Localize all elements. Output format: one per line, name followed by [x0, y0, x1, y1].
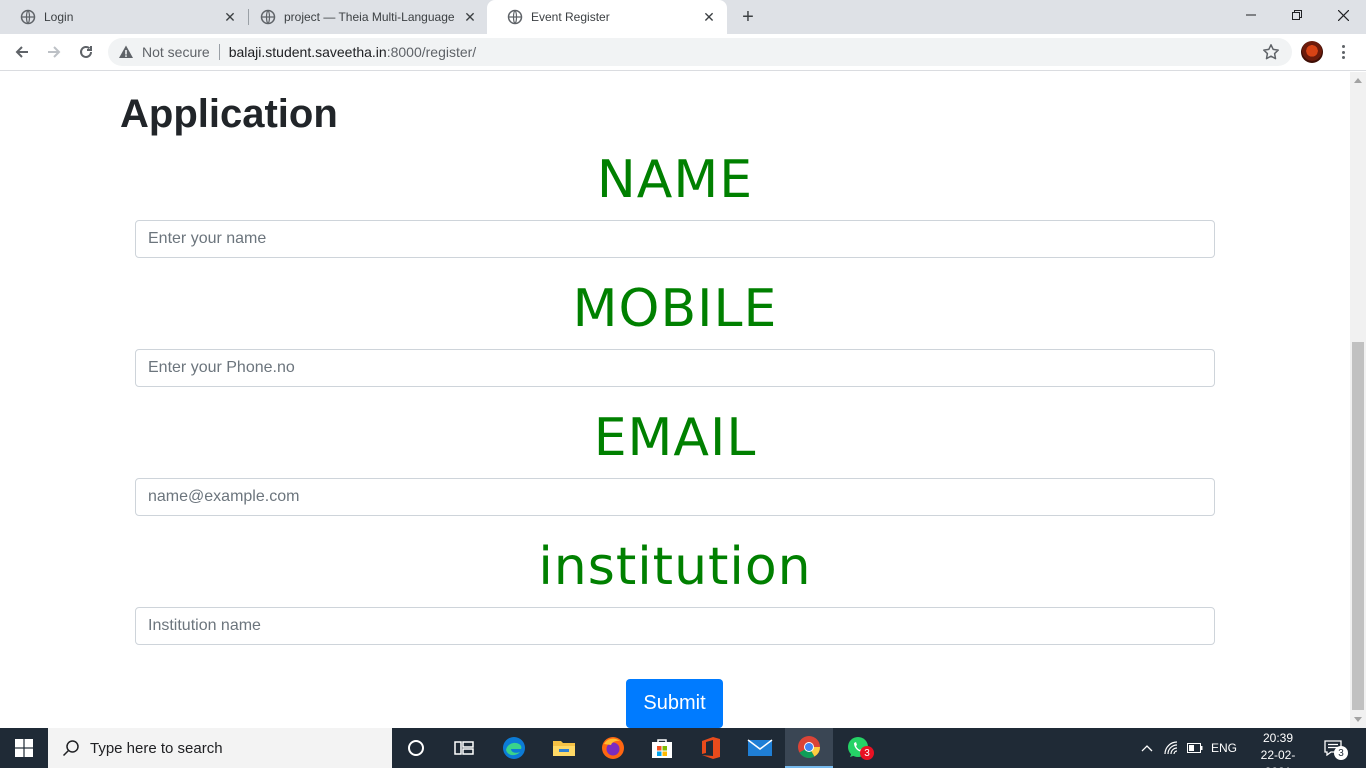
- network-button[interactable]: [1162, 728, 1182, 768]
- battery-button[interactable]: [1186, 728, 1204, 768]
- whatsapp-unread-badge: 3: [860, 746, 874, 760]
- tab-project[interactable]: project — Theia Multi-Language ✕: [240, 0, 488, 34]
- restore-icon: [1292, 10, 1302, 20]
- folder-icon: [553, 741, 575, 756]
- store-icon: [652, 739, 672, 758]
- search-placeholder: Type here to search: [90, 739, 223, 757]
- scroll-thumb[interactable]: [1352, 342, 1364, 710]
- edge-icon: [503, 737, 525, 759]
- bookmark-star-icon[interactable]: [1262, 43, 1280, 61]
- firefox-button[interactable]: [589, 728, 637, 768]
- show-hidden-icons-button[interactable]: [1138, 728, 1156, 768]
- security-indicator[interactable]: Not secure: [142, 44, 210, 60]
- firefox-icon: [602, 737, 624, 759]
- name-input[interactable]: [135, 220, 1215, 258]
- url-path: :8000/register/: [386, 44, 477, 60]
- office-icon: [702, 737, 720, 759]
- omnibox-divider: [218, 44, 220, 60]
- close-icon[interactable]: ✕: [222, 9, 238, 25]
- reload-icon: [80, 45, 92, 58]
- chevron-up-icon: [1141, 745, 1153, 752]
- new-tab-button[interactable]: +: [736, 5, 760, 29]
- page-content: Application NAME MOBILE EMAIL institutio…: [0, 72, 1350, 728]
- arrow-left-icon: [15, 46, 28, 58]
- minimize-button[interactable]: [1228, 0, 1274, 30]
- start-button[interactable]: [0, 728, 48, 768]
- clock-time: 20:39: [1262, 731, 1294, 745]
- tab-title: Event Register: [531, 10, 610, 24]
- task-view-icon: [454, 741, 474, 755]
- globe-icon: [507, 9, 523, 25]
- restore-button[interactable]: [1274, 0, 1320, 30]
- page-title: Application: [120, 92, 338, 136]
- minimize-icon: [1246, 14, 1256, 16]
- address-bar[interactable]: Not secure balaji.student.saveetha.in:80…: [108, 38, 1292, 66]
- taskbar-clock[interactable]: 20:39 22-02-2021: [1248, 730, 1308, 768]
- windows-taskbar: Type here to search 3 ENG 20:39 22-02- 3: [0, 728, 1366, 768]
- close-icon[interactable]: ✕: [701, 9, 717, 25]
- browser-toolbar: Not secure balaji.student.saveetha.in:80…: [0, 34, 1366, 71]
- globe-icon: [20, 9, 36, 25]
- url-host: balaji.student.saveetha.in: [228, 44, 387, 60]
- notification-count-badge: 3: [1334, 746, 1348, 760]
- store-button[interactable]: [638, 728, 686, 768]
- tab-event-register[interactable]: Event Register ✕: [487, 0, 727, 34]
- tab-login[interactable]: Login ✕: [0, 0, 248, 34]
- chrome-icon: [798, 736, 820, 758]
- tab-title: Login: [44, 10, 74, 24]
- warning-icon: [119, 45, 133, 58]
- arrow-right-icon: [48, 46, 61, 58]
- forward-button[interactable]: [41, 39, 67, 65]
- globe-icon: [260, 9, 276, 25]
- whatsapp-button[interactable]: 3: [834, 728, 882, 768]
- mobile-input[interactable]: [135, 349, 1215, 387]
- mail-icon: [747, 739, 773, 756]
- scroll-up-arrow-icon[interactable]: [1354, 78, 1362, 83]
- clock-date: 22-02-2021: [1260, 748, 1296, 768]
- institution-label: institution: [538, 537, 812, 597]
- profile-avatar[interactable]: [1301, 41, 1323, 63]
- file-explorer-button[interactable]: [540, 728, 588, 768]
- office-button[interactable]: [687, 728, 735, 768]
- tab-strip: Login ✕ project — Theia Multi-Language ✕…: [0, 0, 1366, 34]
- menu-icon[interactable]: [1336, 42, 1350, 62]
- wifi-icon: [1164, 741, 1178, 755]
- chrome-button[interactable]: [785, 728, 833, 768]
- windows-logo-icon: [15, 739, 33, 757]
- close-icon[interactable]: ✕: [462, 9, 478, 25]
- cortana-icon: [408, 740, 424, 756]
- language-indicator[interactable]: ENG: [1208, 728, 1240, 768]
- page-scrollbar[interactable]: [1350, 72, 1366, 728]
- email-input[interactable]: [135, 478, 1215, 516]
- tab-title: project — Theia Multi-Language: [284, 10, 455, 24]
- email-label: EMAIL: [593, 408, 757, 468]
- cortana-button[interactable]: [392, 728, 440, 768]
- name-label: NAME: [596, 150, 754, 210]
- close-icon: [1337, 9, 1349, 21]
- battery-icon: [1187, 743, 1203, 753]
- close-window-button[interactable]: [1320, 0, 1366, 30]
- submit-button[interactable]: Submit: [626, 679, 723, 728]
- reload-button[interactable]: [73, 39, 99, 65]
- task-view-button[interactable]: [440, 728, 488, 768]
- back-button[interactable]: [9, 39, 35, 65]
- mobile-label: MOBILE: [572, 279, 778, 339]
- search-icon: [62, 740, 79, 757]
- institution-input[interactable]: [135, 607, 1215, 645]
- mail-button[interactable]: [736, 728, 784, 768]
- edge-button[interactable]: [490, 728, 538, 768]
- taskbar-search[interactable]: Type here to search: [48, 728, 392, 768]
- scroll-down-arrow-icon[interactable]: [1354, 717, 1362, 722]
